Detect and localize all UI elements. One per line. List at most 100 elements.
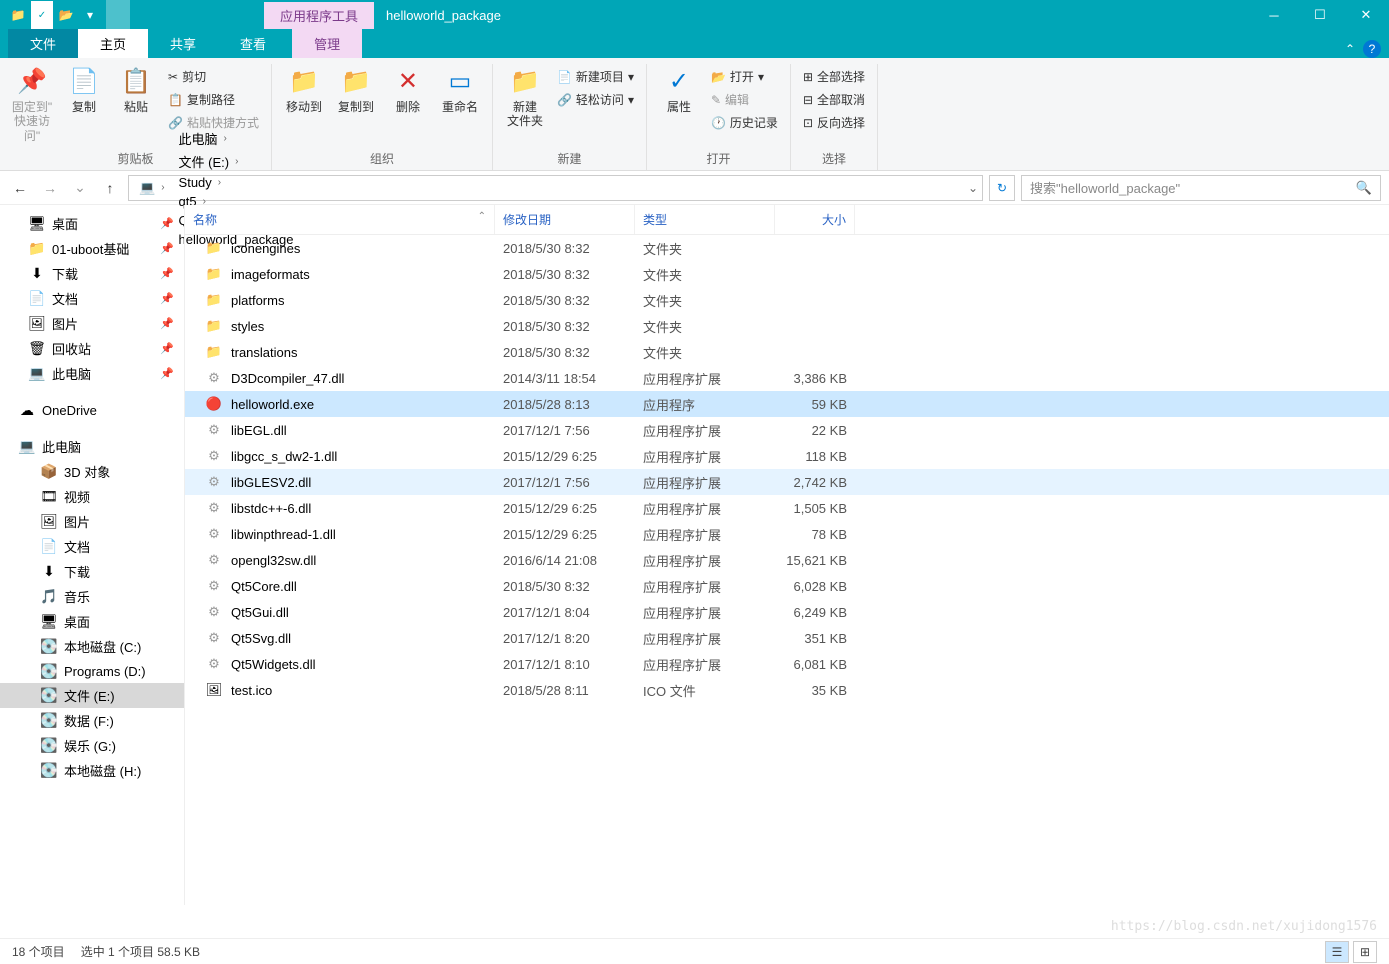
breadcrumb-item[interactable]: 此电脑› [173,127,300,150]
file-row[interactable]: 🔴helloworld.exe2018/5/28 8:13应用程序59 KB [185,391,1389,417]
nav-item[interactable]: 💻此电脑📌 [0,361,184,386]
file-row[interactable]: 🖼test.ico2018/5/28 8:11ICO 文件35 KB [185,677,1389,703]
nav-item[interactable]: ⬇下载 [0,559,184,584]
nav-item[interactable]: 🎞视频 [0,484,184,509]
refresh-button[interactable]: ↻ [989,175,1015,201]
nav-item[interactable]: 📁01-uboot基础📌 [0,236,184,261]
file-row[interactable]: 📁imageformats2018/5/30 8:32文件夹 [185,261,1389,287]
column-headers[interactable]: 名称⌃ 修改日期 类型 大小 [185,205,1389,235]
breadcrumb[interactable]: 💻› 此电脑›文件 (E:)›Study›qt5›Qt Project›hell… [128,175,983,201]
file-row[interactable]: ⚙libwinpthread-1.dll2015/12/29 6:25应用程序扩… [185,521,1389,547]
breadcrumb-item[interactable]: Study› [173,173,300,192]
nav-item[interactable]: 📄文档📌 [0,286,184,311]
file-row[interactable]: ⚙Qt5Gui.dll2017/12/1 8:04应用程序扩展6,249 KB [185,599,1389,625]
tab-home[interactable]: 主页 [78,29,148,58]
paste-button[interactable]: 📋粘贴 [112,64,160,116]
file-row[interactable]: ⚙libGLESV2.dll2017/12/1 7:56应用程序扩展2,742 … [185,469,1389,495]
recent-dropdown[interactable]: ⌄ [68,176,92,200]
copy-path-button[interactable]: 📋复制路径 [164,89,263,110]
pin-to-quick-access-button[interactable]: 📌固定到" 快速访问" [8,64,56,145]
tab-view[interactable]: 查看 [218,29,288,58]
address-dropdown-icon[interactable]: ⌄ [968,181,978,195]
qat-dropdown-icon[interactable]: ▾ [78,0,102,30]
nav-item-icon: 💽 [40,638,58,656]
new-item-button[interactable]: 📄新建项目 ▾ [553,66,638,87]
collapse-ribbon-icon[interactable]: ⌃ [1345,42,1355,56]
nav-item[interactable]: 💽本地磁盘 (H:) [0,758,184,783]
help-icon[interactable]: ? [1363,40,1381,58]
nav-item[interactable]: ☁OneDrive [0,398,184,422]
qat-checkbox-icon[interactable]: ✓ [30,0,54,30]
pc-icon[interactable]: 💻› [133,178,171,198]
file-row[interactable]: ⚙libstdc++-6.dll2015/12/29 6:25应用程序扩展1,5… [185,495,1389,521]
forward-button[interactable]: → [38,176,62,200]
file-row[interactable]: 📁platforms2018/5/30 8:32文件夹 [185,287,1389,313]
invert-selection-button[interactable]: ⊡反向选择 [799,112,869,133]
nav-item[interactable]: 📦3D 对象 [0,459,184,484]
file-row[interactable]: 📁styles2018/5/30 8:32文件夹 [185,313,1389,339]
edit-button[interactable]: ✎编辑 [707,89,782,110]
nav-item[interactable]: 🖼图片📌 [0,311,184,336]
col-size[interactable]: 大小 [775,205,855,234]
file-row[interactable]: ⚙libgcc_s_dw2-1.dll2015/12/29 6:25应用程序扩展… [185,443,1389,469]
cut-button[interactable]: ✂剪切 [164,66,263,87]
nav-item[interactable]: 💽本地磁盘 (C:) [0,634,184,659]
tab-share[interactable]: 共享 [148,29,218,58]
nav-item[interactable]: ⬇下载📌 [0,261,184,286]
nav-item[interactable]: 📄文档 [0,534,184,559]
nav-item[interactable]: 💽文件 (E:) [0,683,184,708]
file-name: opengl32sw.dll [231,553,316,568]
navigation-pane[interactable]: 🖥桌面📌📁01-uboot基础📌⬇下载📌📄文档📌🖼图片📌🗑回收站📌💻此电脑📌 ☁O… [0,205,185,905]
close-button[interactable]: ✕ [1343,0,1389,30]
delete-button[interactable]: ✕删除 [384,64,432,116]
back-button[interactable]: ← [8,176,32,200]
file-row[interactable]: ⚙Qt5Widgets.dll2017/12/1 8:10应用程序扩展6,081… [185,651,1389,677]
breadcrumb-item[interactable]: 文件 (E:)› [173,150,300,173]
nav-item[interactable]: 🗑回收站📌 [0,336,184,361]
rename-icon: ▭ [444,66,476,98]
nav-item[interactable]: 💽数据 (F:) [0,708,184,733]
move-to-button[interactable]: 📁移动到 [280,64,328,116]
copy-button[interactable]: 📄复制 [60,64,108,116]
file-row[interactable]: 📁translations2018/5/30 8:32文件夹 [185,339,1389,365]
nav-item[interactable]: 🖼图片 [0,509,184,534]
rename-button[interactable]: ▭重命名 [436,64,484,116]
maximize-button[interactable]: ☐ [1297,0,1343,30]
tab-file[interactable]: 文件 [8,29,78,58]
nav-item[interactable]: 🖥桌面📌 [0,211,184,236]
nav-item[interactable]: 💻此电脑 [0,434,184,459]
nav-item[interactable]: 💽Programs (D:) [0,659,184,683]
copy-to-button[interactable]: 📁复制到 [332,64,380,116]
tab-manage[interactable]: 管理 [292,29,362,58]
select-none-button[interactable]: ⊟全部取消 [799,89,869,110]
file-name: platforms [231,293,284,308]
file-date: 2017/12/1 8:20 [495,631,635,646]
file-row[interactable]: ⚙libEGL.dll2017/12/1 7:56应用程序扩展22 KB [185,417,1389,443]
search-input[interactable]: 搜索"helloworld_package" 🔍 [1021,175,1381,201]
file-row[interactable]: ⚙opengl32sw.dll2016/6/14 21:08应用程序扩展15,6… [185,547,1389,573]
history-button[interactable]: 🕐历史记录 [707,112,782,133]
file-row[interactable]: ⚙D3Dcompiler_47.dll2014/3/11 18:54应用程序扩展… [185,365,1389,391]
select-all-button[interactable]: ⊞全部选择 [799,66,869,87]
file-list[interactable]: 名称⌃ 修改日期 类型 大小 📁iconengines2018/5/30 8:3… [185,205,1389,905]
easy-access-button[interactable]: 🔗轻松访问 ▾ [553,89,638,110]
file-row[interactable]: ⚙Qt5Svg.dll2017/12/1 8:20应用程序扩展351 KB [185,625,1389,651]
col-type[interactable]: 类型 [635,205,775,234]
nav-item[interactable]: 🖥桌面 [0,609,184,634]
col-name[interactable]: 名称⌃ [185,205,495,234]
up-button[interactable]: ↑ [98,176,122,200]
nav-item[interactable]: 💽娱乐 (G:) [0,733,184,758]
icons-view-button[interactable]: ⊞ [1353,941,1377,963]
col-date[interactable]: 修改日期 [495,205,635,234]
details-view-button[interactable]: ☰ [1325,941,1349,963]
file-row[interactable]: ⚙Qt5Core.dll2018/5/30 8:32应用程序扩展6,028 KB [185,573,1389,599]
minimize-button[interactable]: ─ [1251,0,1297,30]
qat-folder-icon[interactable]: 📂 [54,0,78,30]
properties-button[interactable]: ✓属性 [655,64,703,116]
search-icon[interactable]: 🔍 [1356,180,1372,196]
open-button[interactable]: 📂打开 ▾ [707,66,782,87]
watermark: https://blog.csdn.net/xujidong1576 [1111,919,1377,934]
nav-item[interactable]: 🎵音乐 [0,584,184,609]
new-folder-button[interactable]: 📁新建 文件夹 [501,64,549,131]
file-row[interactable]: 📁iconengines2018/5/30 8:32文件夹 [185,235,1389,261]
